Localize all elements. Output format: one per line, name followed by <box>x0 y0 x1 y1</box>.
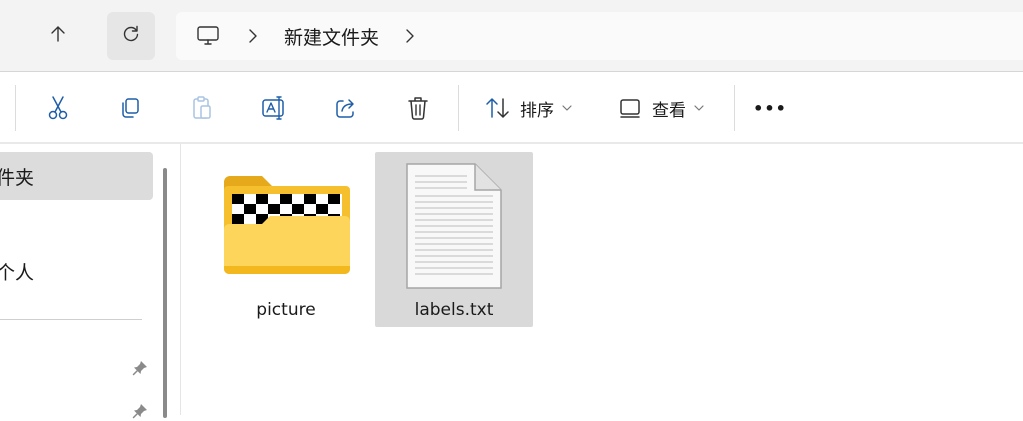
share-icon <box>326 88 366 128</box>
delete-button[interactable] <box>398 88 438 128</box>
file-list: picture labels.txt <box>182 144 1023 415</box>
breadcrumb-current-folder[interactable]: 新建文件夹 <box>284 23 379 50</box>
cut-button[interactable] <box>38 88 78 128</box>
view-button[interactable]: 查看 <box>610 88 704 128</box>
file-item-picture[interactable]: picture <box>207 152 365 327</box>
rename-icon <box>254 88 294 128</box>
arrow-up-icon <box>48 24 68 48</box>
nav-divider <box>0 319 142 320</box>
chevron-down-icon <box>694 104 704 112</box>
chevron-down-icon <box>562 104 572 112</box>
rename-button[interactable] <box>254 88 294 128</box>
refresh-button[interactable] <box>107 12 155 60</box>
toolbar-separator <box>734 85 735 131</box>
nav-item-label: 件夹 <box>0 166 35 189</box>
file-name: picture <box>256 300 316 320</box>
file-name: labels.txt <box>414 300 494 320</box>
navigation-pane: 件夹 个人 <box>0 144 181 419</box>
scissors-icon <box>38 88 78 128</box>
copy-icon <box>110 88 150 128</box>
chevron-right-icon[interactable] <box>403 29 417 43</box>
address-bar[interactable]: 新建文件夹 <box>176 12 1023 60</box>
sort-label: 排序 <box>520 100 554 121</box>
nav-item-personal[interactable]: 个人 <box>0 258 34 285</box>
chevron-right-icon[interactable] <box>246 29 260 43</box>
sort-icon <box>478 88 518 128</box>
address-row: 新建文件夹 <box>0 0 1023 72</box>
paste-button[interactable] <box>182 88 222 128</box>
toolbar-separator <box>458 85 459 131</box>
toolbar-separator <box>15 85 16 131</box>
copy-button[interactable] <box>110 88 150 128</box>
view-label: 查看 <box>652 100 686 121</box>
paste-icon <box>182 88 222 128</box>
nav-item-current-folder[interactable]: 件夹 <box>0 152 153 200</box>
more-icon: ••• <box>753 98 787 118</box>
pin-icon[interactable] <box>130 358 150 378</box>
computer-icon[interactable] <box>196 24 220 48</box>
text-file-icon <box>405 162 503 290</box>
up-button[interactable] <box>34 12 82 60</box>
view-icon <box>610 88 650 128</box>
command-bar: 排序 查看 ••• <box>0 72 1023 144</box>
nav-scrollbar[interactable] <box>163 168 167 418</box>
share-button[interactable] <box>326 88 366 128</box>
sort-button[interactable]: 排序 <box>478 88 572 128</box>
trash-icon <box>398 88 438 128</box>
nav-item-label: 个人 <box>0 262 35 284</box>
file-item-labels-txt[interactable]: labels.txt <box>375 152 533 327</box>
more-options-button[interactable]: ••• <box>750 88 790 128</box>
folder-icon <box>222 174 352 274</box>
refresh-icon <box>121 24 141 48</box>
pin-icon[interactable] <box>130 401 150 421</box>
